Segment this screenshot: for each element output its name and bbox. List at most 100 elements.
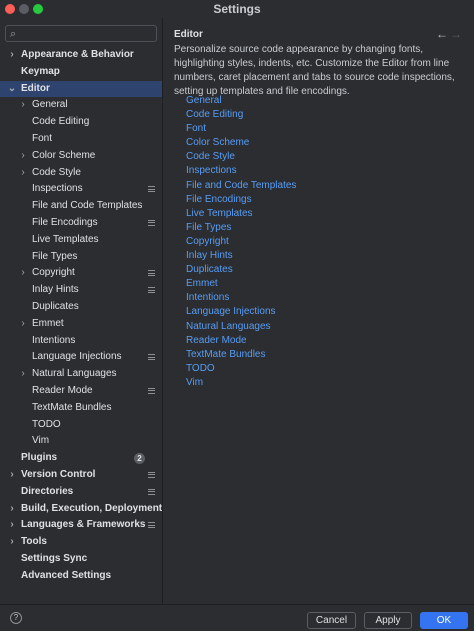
sidebar-item-label: Languages & Frameworks bbox=[21, 519, 146, 531]
sidebar-item-code-style[interactable]: › Code Style bbox=[0, 165, 162, 182]
sidebar-item-build-execution-deployment[interactable]: › Build, Execution, Deployment bbox=[0, 501, 162, 518]
link-reader-mode[interactable]: Reader Mode bbox=[186, 334, 296, 348]
sidebar-item-textmate-bundles[interactable]: TextMate Bundles bbox=[0, 400, 162, 417]
sidebar-item-label: Build, Execution, Deployment bbox=[21, 502, 163, 514]
link-todo[interactable]: TODO bbox=[186, 362, 296, 376]
link-copyright[interactable]: Copyright bbox=[186, 235, 296, 249]
title-bar: Settings bbox=[0, 0, 474, 18]
arrow-left-icon[interactable]: ← bbox=[436, 27, 448, 41]
project-scope-icon bbox=[148, 219, 155, 226]
apply-button[interactable]: Apply bbox=[364, 612, 412, 629]
sidebar-item-label: Live Templates bbox=[32, 233, 99, 245]
help-button[interactable]: ? bbox=[10, 612, 22, 624]
dialog-footer: ? Cancel Apply OK bbox=[0, 604, 474, 631]
sidebar-item-vim[interactable]: Vim bbox=[0, 433, 162, 450]
sidebar-item-label: Natural Languages bbox=[32, 368, 117, 380]
link-textmate-bundles[interactable]: TextMate Bundles bbox=[186, 348, 296, 362]
sidebar-item-natural-languages[interactable]: › Natural Languages bbox=[0, 366, 162, 383]
sidebar-item-keymap[interactable]: Keymap bbox=[0, 64, 162, 81]
sidebar-item-duplicates[interactable]: Duplicates bbox=[0, 299, 162, 316]
link-language-injections[interactable]: Language Injections bbox=[186, 305, 296, 319]
settings-sidebar: ⌕ › Appearance & Behavior Keymap ⌄ Editor › Ge… bbox=[0, 18, 163, 604]
sidebar-item-intentions[interactable]: Intentions bbox=[0, 333, 162, 350]
link-natural-languages[interactable]: Natural Languages bbox=[186, 320, 296, 334]
link-live-templates[interactable]: Live Templates bbox=[186, 207, 296, 221]
cancel-button[interactable]: Cancel bbox=[307, 612, 356, 629]
link-file-encodings[interactable]: File Encodings bbox=[186, 193, 296, 207]
sidebar-item-emmet[interactable]: › Emmet bbox=[0, 316, 162, 333]
link-inlay-hints[interactable]: Inlay Hints bbox=[186, 249, 296, 263]
sidebar-item-languages-and-frameworks[interactable]: › Languages & Frameworks bbox=[0, 517, 162, 534]
link-emmet[interactable]: Emmet bbox=[186, 277, 296, 291]
sidebar-item-label: Appearance & Behavior bbox=[21, 49, 134, 60]
sidebar-item-label: Version Control bbox=[21, 468, 96, 480]
link-file-types[interactable]: File Types bbox=[186, 221, 296, 235]
sidebar-item-label: Advanced Settings bbox=[21, 569, 112, 581]
sidebar-item-label: Copyright bbox=[32, 267, 75, 279]
sidebar-item-label: Plugins bbox=[21, 452, 58, 464]
sidebar-item-color-scheme[interactable]: › Color Scheme bbox=[0, 148, 162, 165]
chevron-down-icon[interactable]: ⌄ bbox=[7, 81, 17, 98]
arrow-right-icon[interactable]: → bbox=[450, 27, 462, 41]
sidebar-item-label: Emmet bbox=[32, 317, 64, 329]
sidebar-item-reader-mode[interactable]: Reader Mode bbox=[0, 383, 162, 400]
sidebar-item-code-editing[interactable]: Code Editing bbox=[0, 114, 162, 131]
sidebar-item-todo[interactable]: TODO bbox=[0, 417, 162, 434]
chevron-right-icon[interactable]: › bbox=[18, 97, 28, 114]
sidebar-item-file-types[interactable]: File Types bbox=[0, 249, 162, 266]
sidebar-item-live-templates[interactable]: Live Templates bbox=[0, 232, 162, 249]
settings-tree: › Appearance & Behavior Keymap ⌄ Editor › Gene… bbox=[0, 47, 162, 585]
chevron-right-icon[interactable]: › bbox=[18, 265, 28, 282]
page-description: Personalize source code appearance by ch… bbox=[174, 44, 455, 97]
sidebar-item-label: Keymap bbox=[21, 65, 60, 77]
sidebar-item-label: Intentions bbox=[32, 334, 76, 346]
project-scope-icon bbox=[148, 522, 155, 529]
link-vim[interactable]: Vim bbox=[186, 376, 296, 390]
sidebar-item-tools[interactable]: › Tools bbox=[0, 534, 162, 551]
sidebar-item-label: Settings Sync bbox=[21, 552, 88, 564]
sidebar-item-inlay-hints[interactable]: Inlay Hints bbox=[0, 282, 162, 299]
section-links: General Code Editing Font Color Scheme Code … bbox=[186, 94, 296, 390]
sidebar-item-advanced-settings[interactable]: Advanced Settings bbox=[0, 568, 162, 585]
chevron-right-icon[interactable]: › bbox=[18, 165, 28, 182]
link-code-style[interactable]: Code Style bbox=[186, 150, 296, 164]
sidebar-item-label: Directories bbox=[21, 485, 74, 497]
sidebar-item-general[interactable]: › General bbox=[0, 97, 162, 114]
sidebar-item-settings-sync[interactable]: Settings Sync bbox=[0, 551, 162, 568]
sidebar-item-label: Code Editing bbox=[32, 116, 90, 128]
chevron-right-icon[interactable]: › bbox=[7, 501, 17, 518]
link-file-and-code-templates[interactable]: File and Code Templates bbox=[186, 179, 296, 193]
chevron-right-icon[interactable]: › bbox=[18, 148, 28, 165]
sidebar-item-font[interactable]: Font bbox=[0, 131, 162, 148]
sidebar-item-inspections[interactable]: Inspections bbox=[0, 181, 162, 198]
chevron-right-icon[interactable]: › bbox=[7, 467, 17, 484]
sidebar-item-file-and-code-templates[interactable]: File and Code Templates bbox=[0, 198, 162, 215]
chevron-right-icon[interactable]: › bbox=[7, 517, 17, 534]
sidebar-item-copyright[interactable]: › Copyright bbox=[0, 265, 162, 282]
sidebar-item-language-injections[interactable]: Language Injections bbox=[0, 349, 162, 366]
chevron-right-icon[interactable]: › bbox=[18, 366, 28, 383]
sidebar-item-plugins[interactable]: Plugins 2 bbox=[0, 450, 162, 467]
search-icon: ⌕ bbox=[10, 28, 17, 40]
chevron-right-icon[interactable]: › bbox=[18, 316, 28, 333]
search-input[interactable]: ⌕ bbox=[5, 25, 157, 42]
chevron-right-icon[interactable]: › bbox=[7, 47, 17, 64]
sidebar-item-file-encodings[interactable]: File Encodings bbox=[0, 215, 162, 232]
sidebar-item-appearance-and-behavior[interactable]: › Appearance & Behavior bbox=[0, 47, 162, 64]
link-inspections[interactable]: Inspections bbox=[186, 164, 296, 178]
ok-button[interactable]: OK bbox=[420, 612, 468, 629]
link-duplicates[interactable]: Duplicates bbox=[186, 263, 296, 277]
sidebar-item-version-control[interactable]: › Version Control bbox=[0, 467, 162, 484]
chevron-right-icon[interactable]: › bbox=[7, 534, 17, 551]
sidebar-item-directories[interactable]: Directories bbox=[0, 484, 162, 501]
link-font[interactable]: Font bbox=[186, 122, 296, 136]
sidebar-item-label: Font bbox=[32, 132, 53, 144]
sidebar-item-label: Vim bbox=[32, 435, 50, 447]
sidebar-item-label: Inlay Hints bbox=[32, 284, 79, 296]
link-code-editing[interactable]: Code Editing bbox=[186, 108, 296, 122]
link-intentions[interactable]: Intentions bbox=[186, 291, 296, 305]
sidebar-item-editor[interactable]: ⌄ Editor bbox=[0, 80, 162, 98]
link-color-scheme[interactable]: Color Scheme bbox=[186, 136, 296, 150]
link-general[interactable]: General bbox=[186, 94, 296, 108]
updates-count-badge: 2 bbox=[134, 453, 145, 465]
